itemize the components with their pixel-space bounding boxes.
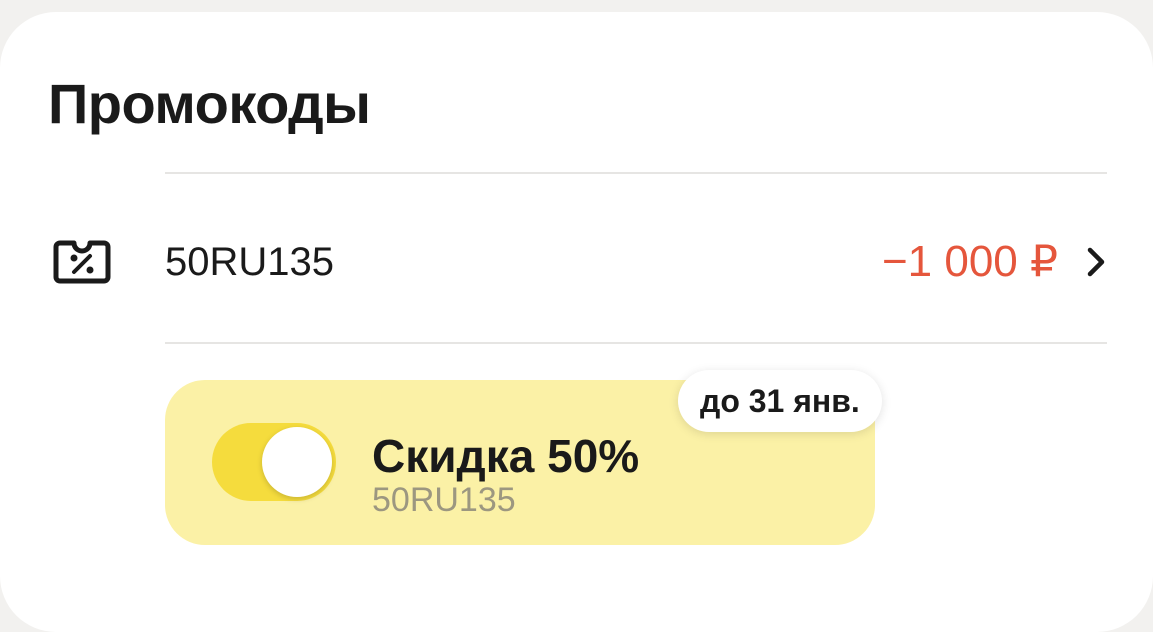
- divider: [165, 172, 1107, 174]
- section-title: Промокоды: [48, 72, 371, 135]
- promo-code-text: 50RU135: [165, 240, 335, 284]
- promo-discount-amount: −1 000 ₽: [881, 237, 1058, 286]
- divider: [165, 342, 1107, 344]
- offer-deadline-badge: до 31 янв.: [678, 370, 882, 432]
- offer-toggle[interactable]: [212, 423, 336, 501]
- chevron-right-icon[interactable]: [1083, 245, 1109, 279]
- promo-code-row[interactable]: 50RU135 −1 000 ₽: [0, 187, 1153, 337]
- offer-title: Скидка 50%: [372, 430, 640, 482]
- toggle-knob: [262, 427, 332, 497]
- offer-code: 50RU135: [372, 481, 516, 519]
- coupon-percent-icon: [52, 239, 112, 285]
